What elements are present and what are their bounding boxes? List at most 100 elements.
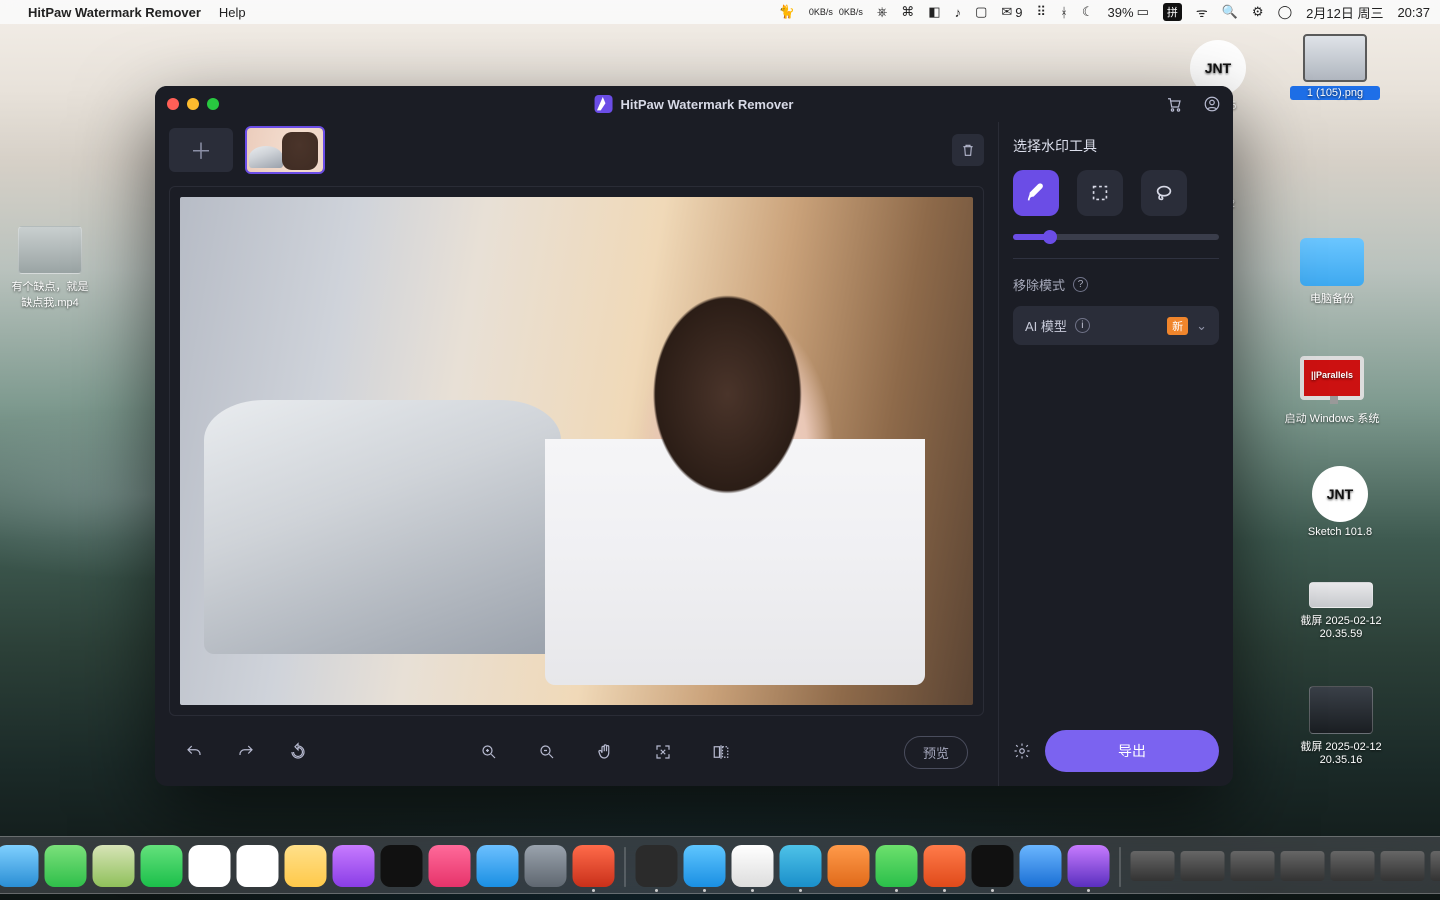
dock-tv[interactable]: [381, 845, 423, 887]
window-title: HitPaw Watermark Remover: [595, 95, 794, 113]
dock-app[interactable]: [924, 845, 966, 887]
menubar-help[interactable]: Help: [219, 5, 246, 20]
dock-minimized[interactable]: [1181, 851, 1225, 881]
mode-label: 移除模式 ?: [1013, 275, 1219, 294]
dock-edge[interactable]: [780, 845, 822, 887]
dock-app[interactable]: [684, 845, 726, 887]
dock-appstore[interactable]: [477, 845, 519, 887]
siri-icon[interactable]: ◯: [1278, 4, 1293, 20]
desktop-folder-backup[interactable]: 电脑备份: [1292, 238, 1372, 306]
dock-mail[interactable]: [0, 845, 39, 887]
dock-settings[interactable]: [525, 845, 567, 887]
window-minimize-button[interactable]: [187, 98, 199, 110]
input-method[interactable]: 拼: [1163, 3, 1182, 21]
dnd-moon-icon[interactable]: ☾: [1082, 4, 1094, 20]
zoom-in-icon[interactable]: [480, 743, 498, 761]
dock-minimized[interactable]: [1381, 851, 1425, 881]
status-icon[interactable]: ⌘: [901, 4, 914, 20]
image-overlay-text: SOGK: [648, 588, 711, 611]
tool-marquee[interactable]: [1077, 170, 1123, 216]
menubar-date[interactable]: 2月12日 周三: [1306, 3, 1383, 22]
dock-maps[interactable]: [45, 845, 87, 887]
desktop-screenshot-2[interactable]: 截屏 2025-02-12 20.35.16: [1286, 686, 1396, 766]
dock-notes[interactable]: [285, 845, 327, 887]
app-logo-icon: [595, 95, 613, 113]
canvas-toolbar: 预览: [155, 718, 998, 786]
new-badge: 新: [1167, 317, 1188, 335]
dock-wechat[interactable]: [876, 845, 918, 887]
account-icon[interactable]: [1203, 95, 1221, 113]
desktop-screenshot-1[interactable]: 截屏 2025-02-12 20.35.59: [1286, 582, 1396, 640]
desktop-sketch[interactable]: JNT Sketch 101.8: [1300, 466, 1380, 538]
reset-icon[interactable]: [289, 743, 307, 761]
status-icon[interactable]: ◧: [928, 4, 940, 20]
dock-facetime[interactable]: [141, 845, 183, 887]
add-image-button[interactable]: ＋: [169, 128, 233, 172]
thumbnail-row: ＋: [155, 122, 998, 178]
spotlight-icon[interactable]: 🔍: [1222, 4, 1238, 20]
undo-icon[interactable]: [185, 743, 203, 761]
help-icon[interactable]: ?: [1073, 277, 1088, 292]
redo-icon[interactable]: [237, 743, 255, 761]
app-window: HitPaw Watermark Remover ＋ SOGK: [155, 86, 1233, 786]
model-select[interactable]: AI 模型 i 新 ⌄: [1013, 306, 1219, 345]
cart-icon[interactable]: [1165, 95, 1183, 113]
tool-brush[interactable]: [1013, 170, 1059, 216]
desktop-parallels[interactable]: ||Parallels 启动 Windows 系统: [1272, 356, 1392, 426]
chevron-down-icon: ⌄: [1196, 318, 1207, 334]
titlebar: HitPaw Watermark Remover: [155, 86, 1233, 122]
wifi-icon[interactable]: ᯤ: [1196, 3, 1208, 21]
panel-title: 选择水印工具: [1013, 136, 1219, 156]
dock-app[interactable]: [828, 845, 870, 887]
side-panel: 选择水印工具 移除模式 ? AI 模型: [999, 122, 1233, 786]
export-button[interactable]: 导出: [1045, 730, 1219, 772]
dock-photos[interactable]: [93, 845, 135, 887]
hand-pan-icon[interactable]: [596, 743, 614, 761]
dock-app[interactable]: [1068, 845, 1110, 887]
menubar-status-area: 🐈 0KB/s0KB/s ⎈ ⌘ ◧ ♪ ▢ ✉ 9 ⠿ ᚼ ☾ 39% ▭ 拼…: [779, 3, 1430, 22]
dock-reminders[interactable]: [237, 845, 279, 887]
delete-button[interactable]: [952, 134, 984, 166]
dock-tiktok[interactable]: [972, 845, 1014, 887]
fit-screen-icon[interactable]: [654, 743, 672, 761]
dock-app[interactable]: [573, 845, 615, 887]
window-close-button[interactable]: [167, 98, 179, 110]
bluetooth-icon[interactable]: ᚼ: [1060, 5, 1068, 20]
control-center-icon[interactable]: ⚙: [1252, 4, 1264, 20]
dock-music[interactable]: [429, 845, 471, 887]
thumbnail-selected[interactable]: [245, 126, 325, 174]
desktop-file-image[interactable]: 1 (105).png: [1290, 34, 1380, 100]
status-icon[interactable]: ⠿: [1037, 4, 1047, 20]
brush-size-slider[interactable]: [1013, 234, 1219, 240]
preview-button[interactable]: 预览: [904, 736, 968, 769]
dock-minimized[interactable]: [1331, 851, 1375, 881]
dock-app[interactable]: [732, 845, 774, 887]
dock-minimized[interactable]: [1131, 851, 1175, 881]
tool-lasso[interactable]: [1141, 170, 1187, 216]
tiktok-icon[interactable]: ♪: [955, 5, 962, 20]
dock-podcasts[interactable]: [333, 845, 375, 887]
dock-calendar[interactable]: [189, 845, 231, 887]
display-icon[interactable]: ▢: [975, 4, 987, 20]
menubar-app-name[interactable]: HitPaw Watermark Remover: [28, 5, 201, 20]
wechat-icon[interactable]: ✉ 9: [1001, 4, 1022, 20]
dock-minimized[interactable]: [1231, 851, 1275, 881]
compare-icon[interactable]: [712, 743, 730, 761]
window-zoom-button[interactable]: [207, 98, 219, 110]
status-icon[interactable]: ⎈: [877, 4, 887, 20]
dock-minimized[interactable]: [1281, 851, 1325, 881]
menubar-time[interactable]: 20:37: [1397, 5, 1430, 20]
settings-icon[interactable]: [1013, 742, 1031, 760]
desktop-file-video[interactable]: 有个缺点，就是缺点我.mp4: [10, 226, 90, 310]
image-canvas[interactable]: SOGK: [169, 186, 984, 716]
cat-menubar-icon[interactable]: 🐈: [779, 4, 795, 20]
battery-indicator[interactable]: 39% ▭: [1108, 4, 1149, 20]
dock-windows[interactable]: [1020, 845, 1062, 887]
zoom-out-icon[interactable]: [538, 743, 556, 761]
dock-terminal[interactable]: [636, 845, 678, 887]
net-speed[interactable]: 0KB/s0KB/s: [809, 8, 863, 17]
info-icon[interactable]: i: [1075, 318, 1090, 333]
mac-menubar: HitPaw Watermark Remover Help 🐈 0KB/s0KB…: [0, 0, 1440, 24]
dock: [0, 836, 1440, 894]
dock-minimized[interactable]: [1431, 851, 1440, 881]
